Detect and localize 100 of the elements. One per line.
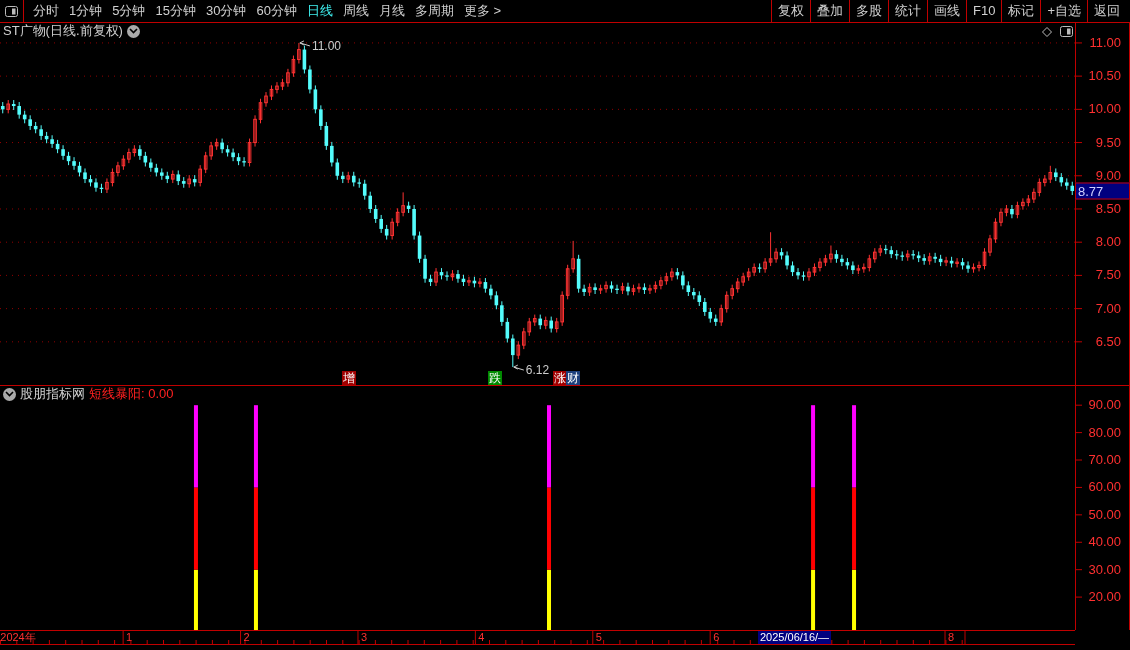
candlestick xyxy=(308,65,312,94)
axis-label: 10.00 xyxy=(1088,102,1121,117)
signal-tag: 跌 xyxy=(488,371,502,385)
candlestick xyxy=(39,124,43,141)
candlestick xyxy=(851,260,855,275)
candlestick xyxy=(423,254,427,284)
price-label: 6.12 xyxy=(525,363,550,378)
axis-label: 8 xyxy=(947,631,955,644)
candlestick xyxy=(829,245,833,264)
signal-tag: 涨 xyxy=(553,371,567,385)
candlestick xyxy=(582,284,586,297)
candlestick xyxy=(993,217,998,244)
axis-label: 40.00 xyxy=(1088,535,1121,550)
candlestick xyxy=(264,91,268,108)
axis-label: 3 xyxy=(360,631,368,644)
current-price-label: 8.77 xyxy=(1075,182,1130,200)
axis-label: 1 xyxy=(126,631,133,644)
period-tab[interactable]: 月线 xyxy=(373,0,410,22)
period-tab[interactable]: 15分钟 xyxy=(150,0,201,22)
axis-label: 7.00 xyxy=(1095,301,1121,316)
axis-label: 60.00 xyxy=(1088,480,1121,495)
candlestick xyxy=(330,141,334,167)
candlestick xyxy=(434,267,438,287)
signal-tag: 财 xyxy=(566,371,580,385)
candlestick xyxy=(83,167,87,184)
cursor-date-label: 2025/06/16/— xyxy=(758,631,832,644)
candlestick xyxy=(258,98,263,124)
candlestick xyxy=(456,269,460,284)
signal-tag: 增 xyxy=(342,371,356,385)
chevron-down-icon[interactable] xyxy=(126,24,140,38)
axis-label: 7.50 xyxy=(1095,268,1121,283)
chevron-down-icon[interactable] xyxy=(3,387,16,401)
candlestick xyxy=(626,282,630,296)
candlestick xyxy=(593,282,597,295)
stock-title: ST广物(日线.前复权) xyxy=(3,23,123,39)
period-tab[interactable]: 多周期 xyxy=(409,0,459,22)
candlestick xyxy=(763,257,767,274)
candlestick xyxy=(319,104,323,131)
candlestick xyxy=(72,156,76,171)
candlestick xyxy=(977,260,981,272)
candlestick xyxy=(796,267,800,280)
axis-label: 5 xyxy=(595,631,602,644)
period-tab[interactable]: 日线 xyxy=(301,0,338,22)
axis-label: 9.00 xyxy=(1095,168,1121,183)
candlestick xyxy=(637,282,641,294)
candlestick xyxy=(1010,204,1014,219)
leader-line xyxy=(299,40,311,47)
candlestick xyxy=(220,138,224,154)
candlestick xyxy=(500,300,504,327)
axis-label: 8.50 xyxy=(1095,201,1121,216)
candlestick xyxy=(467,276,471,287)
candlestick xyxy=(944,256,948,267)
axis-label: 30.00 xyxy=(1088,562,1121,577)
period-tab[interactable]: 30分钟 xyxy=(200,0,252,22)
candlestick xyxy=(390,217,394,241)
axis-label: 20.00 xyxy=(1088,590,1121,605)
period-tab[interactable]: 5分钟 xyxy=(107,0,151,22)
candlestick xyxy=(445,270,449,282)
candlestick xyxy=(275,81,279,94)
period-tab[interactable]: 分时 xyxy=(28,0,64,22)
axis-label: 90.00 xyxy=(1088,398,1121,413)
candlestick xyxy=(670,267,674,282)
diamond-icon[interactable] xyxy=(1042,26,1052,37)
candlestick xyxy=(966,260,970,274)
axis-label: 50.00 xyxy=(1088,507,1121,522)
leader-line xyxy=(513,364,525,371)
candlestick xyxy=(198,164,202,187)
axis-label: 4 xyxy=(478,631,485,644)
indicator-value: 短线暴阳: 0.00 xyxy=(89,386,174,402)
candlestick xyxy=(933,252,937,264)
candlestick xyxy=(50,134,54,149)
candlestick xyxy=(231,148,235,162)
candlestick xyxy=(138,144,142,161)
candlestick xyxy=(478,277,482,288)
candlestick xyxy=(807,267,811,282)
axis-label: 6.50 xyxy=(1095,334,1121,349)
axis-label: 10.50 xyxy=(1088,69,1121,84)
period-tab[interactable]: 周线 xyxy=(337,0,374,22)
candlestick xyxy=(988,234,992,257)
candlestick xyxy=(511,334,515,368)
axis-label: 80.00 xyxy=(1088,425,1121,440)
price-label: 11.00 xyxy=(311,38,342,53)
candlestick xyxy=(719,304,724,327)
candlestick xyxy=(61,144,65,161)
candlestick xyxy=(489,284,493,300)
axis-label: 2024年 xyxy=(0,631,36,644)
period-tab[interactable]: 1分钟 xyxy=(64,0,108,22)
panel-icon[interactable] xyxy=(1060,26,1073,37)
period-tab[interactable]: 更多 > xyxy=(458,0,507,22)
axis-label: 11.00 xyxy=(1089,35,1121,50)
panel-icon[interactable] xyxy=(5,5,18,17)
indicator-source: 股朋指标网 xyxy=(20,386,85,402)
candlestick xyxy=(982,247,987,270)
candlestick xyxy=(955,257,959,268)
candlestick xyxy=(368,191,373,214)
axis-label: 2 xyxy=(243,631,250,644)
axis-label: 9.50 xyxy=(1095,135,1121,150)
period-tab[interactable]: 60分钟 xyxy=(251,0,302,22)
candlestick xyxy=(94,177,98,193)
axis-label: 70.00 xyxy=(1088,453,1121,467)
